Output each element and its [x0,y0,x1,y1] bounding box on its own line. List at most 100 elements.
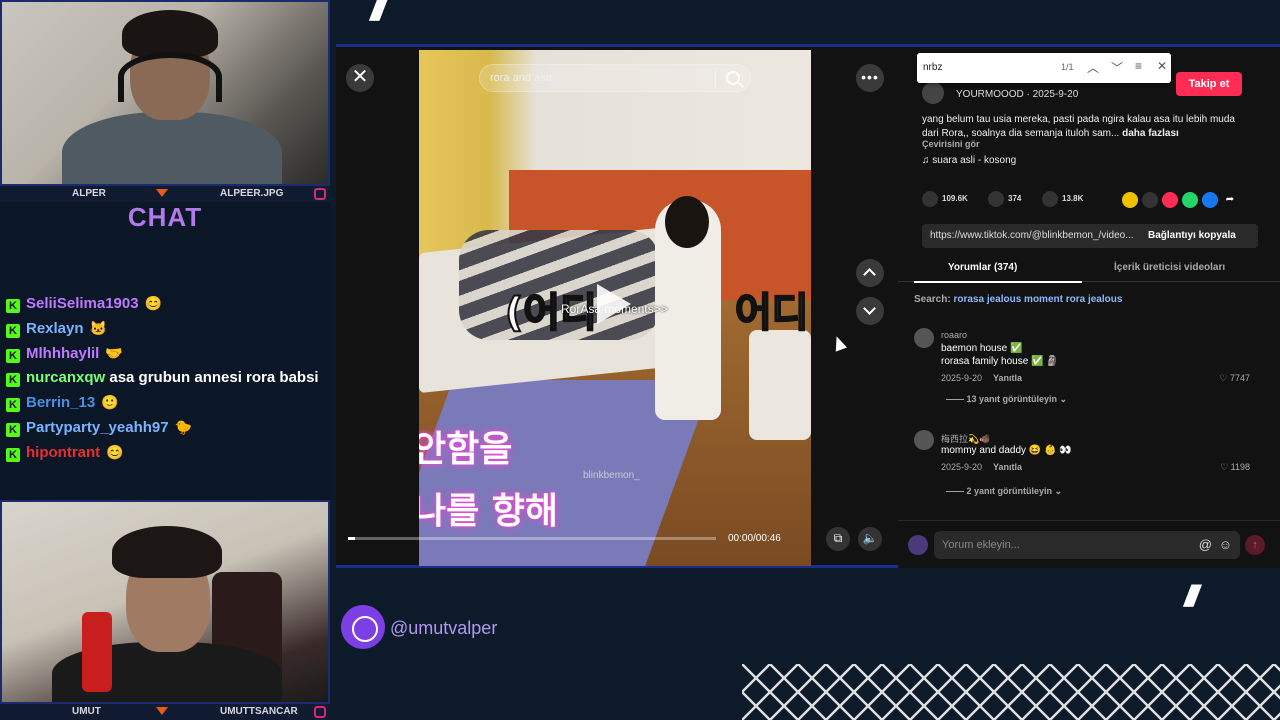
reply-button[interactable]: Yanıtla [993,462,1022,472]
commenter-avatar[interactable] [914,430,934,450]
kick-badge-icon: K [6,373,20,387]
instagram-icon [314,188,326,200]
comment-placeholder: Yorum ekleyin... [942,539,1020,551]
kick-badge-icon: K [6,324,20,338]
video-search-query[interactable]: rora and asa [490,72,552,84]
cam-name-left: UMUT [72,706,101,717]
find-count: 1/1 [1061,62,1074,72]
instagram-icon [314,706,326,718]
emoji-icon[interactable]: ☺ [1219,537,1232,552]
miniplayer-icon[interactable]: ⧉ [826,527,850,551]
author-meta[interactable]: YOURMOOOD · 2025-9-20 [956,89,1078,100]
coin-icon[interactable] [1122,191,1138,208]
video-url[interactable]: https://www.tiktok.com/@blinkbemon_/vide… [930,230,1136,241]
comment-item: roaaro baemon house ✅ rorasa family hous… [914,328,1264,408]
comment-count: 374 [1008,194,1022,204]
cam-name-right: ALPEER.JPG [220,188,284,199]
like-button[interactable]: 109.6K [922,191,968,207]
webcam-namebar-bottom: UMUT UMUTTSANCAR [0,704,330,720]
facebook-icon[interactable] [1202,191,1218,208]
chevron-up-icon [863,268,876,281]
find-options-icon[interactable]: ≡ [1135,59,1142,73]
commenter-name[interactable]: 梅西拉💫🐗 [941,432,990,445]
close-button[interactable]: ✕ [346,64,374,92]
comment-button[interactable]: 374 [988,191,1021,207]
kick-badge-icon: K [6,349,20,363]
comment-text: baemon house ✅ [941,343,1023,354]
comment-likes[interactable]: ♡ 7747 [1219,373,1250,384]
caption-korean-2: 어디 [734,289,810,337]
chat-title: CHAT [127,202,203,232]
description-more-link[interactable]: daha fazlası [1122,128,1179,139]
volume-icon[interactable]: 🔈 [858,527,882,551]
search-icon[interactable] [726,71,740,85]
tab-creator-videos[interactable]: İçerik üreticisi videoları [1114,262,1225,273]
send-comment-button[interactable]: ↑ [1245,535,1265,555]
comment-text: mommy and daddy 😆 👶 👀 [941,445,1072,456]
follow-button[interactable]: Takip et [1176,72,1242,96]
chat-text: asa grubun annesi rora babsi [109,369,319,386]
chat-username: Berrin_13 [26,394,96,411]
embed-icon[interactable] [1142,191,1158,208]
stream-overlay-left: ALPER ALPEER.JPG CHAT K SeliiSelima1903 😊 K… [0,0,330,720]
find-previous-icon[interactable]: ︿ [1087,59,1099,76]
next-video-button[interactable] [856,297,884,325]
find-input[interactable]: nrbz [923,62,942,73]
comment-composer: Yorum ekleyin... @ ☺ ↑ [898,520,1280,568]
kick-badge-icon: K [6,299,20,313]
find-close-icon[interactable]: ✕ [1157,59,1167,73]
comment-likes[interactable]: ♡ 1198 [1220,462,1250,473]
save-button[interactable]: 13.8K [1042,191,1083,207]
find-next-icon[interactable]: ﹀ [1111,59,1123,76]
chat-username: hipontrant [26,444,101,461]
chat-message: Knurcanxqw asa grubun annesi rora babsi [6,369,324,387]
send-icon[interactable] [1162,191,1178,208]
cam-name-left: ALPER [72,188,106,199]
emote-green-icon: 😊 [106,444,124,460]
tab-comments[interactable]: Yorumlar (374) [948,262,1017,273]
video-search-bar[interactable]: rora and asa [479,64,751,92]
music-link[interactable]: ♫ suara asli - kosong [922,155,1016,166]
commenter-name[interactable]: roaaro [941,330,967,340]
description-text: yang belum tau usia mereka, pasti pada n… [922,114,1235,139]
webcam-umut [0,500,330,704]
search-terms[interactable]: rorasa jealous moment rora jealous [953,294,1122,305]
find-in-page-bar[interactable]: nrbz 1/1 ︿ ﹀ ≡ ✕ [917,53,1171,83]
video-description: yang belum tau usia mereka, pasti pada n… [922,113,1252,141]
chat-message: K SeliiSelima1903 😊 [6,294,324,313]
more-options-button[interactable]: ••• [856,64,884,92]
chat-username: nurcanxqw [26,369,106,386]
chat-message: K Partyparty_yeahh97 🐤 [6,418,324,437]
video-progress-bar[interactable] [348,537,716,540]
copy-link-button[interactable]: Bağlantıyı kopyala [1148,230,1236,241]
kick-badge-icon: K [6,448,20,462]
diamond-pattern-decoration [742,664,1280,720]
play-icon[interactable] [597,284,631,324]
slashes-decoration: //// [1184,580,1200,613]
emote-duck-icon: 🐤 [174,419,193,435]
kick-badge-icon: K [6,423,20,437]
emote-face-icon: 🙂 [101,394,119,410]
kick-badge-icon: K [6,398,20,412]
chat-username: Partyparty_yeahh97 [26,419,169,436]
comment-search[interactable]: Search: rorasa jealous moment rora jealo… [914,294,1122,305]
progress-fill [348,537,356,540]
commenter-avatar[interactable] [914,328,934,348]
translate-link[interactable]: Çevirisini gör [922,139,980,149]
comment-input[interactable]: Yorum ekleyin... @ ☺ [934,531,1240,559]
mention-icon[interactable]: @ [1199,537,1212,552]
author-avatar[interactable] [922,82,944,104]
share-icon[interactable]: ➦ [1222,191,1238,208]
video-watermark: blinkbemon_ [583,470,640,481]
view-replies-button[interactable]: —— 13 yanıt görüntüleyin ⌄ [946,394,1067,405]
view-replies-button[interactable]: —— 2 yanıt görüntüleyin ⌄ [946,486,1062,497]
reply-button[interactable]: Yanıtla [993,373,1022,383]
previous-video-button[interactable] [856,259,884,287]
browser-stage: ✕ rora and asa (어디 어디 RorAsa moments>> 안… [336,44,1280,568]
globe-icon [341,605,385,649]
bookmark-icon [1042,191,1058,207]
whatsapp-icon[interactable] [1182,191,1198,208]
video-player[interactable]: rora and asa (어디 어디 RorAsa moments>> 안함을… [419,50,811,566]
chat-message: Khipontrant 😊 [6,443,324,462]
heart-icon [922,191,938,207]
